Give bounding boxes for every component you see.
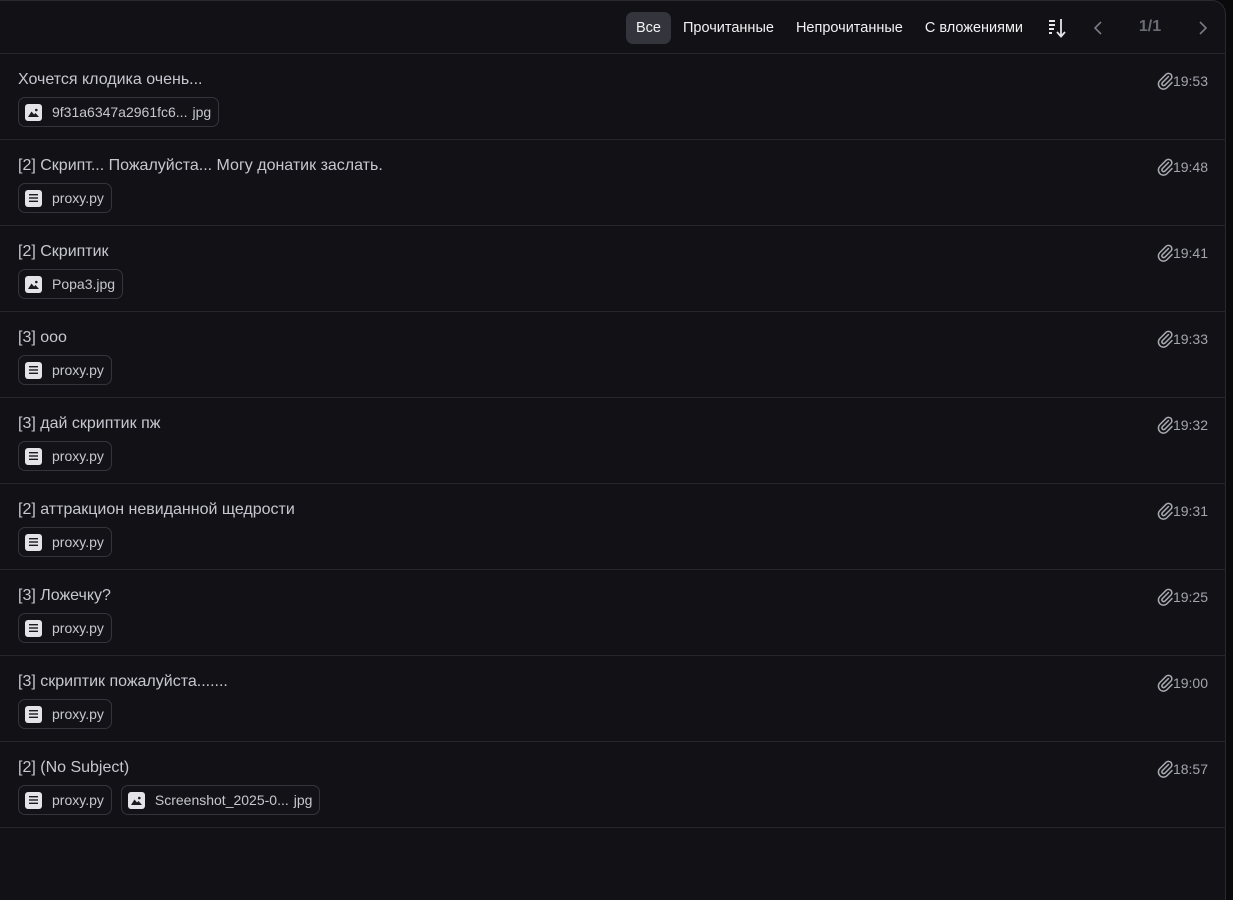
attachment-name: proxy.py	[52, 706, 104, 722]
attachment-name: proxy.py	[52, 792, 104, 808]
text-file-icon	[25, 791, 42, 809]
message-row[interactable]: [3] ооо 19:33 proxy.py	[0, 312, 1226, 398]
message-time: 19:25	[1172, 589, 1208, 605]
message-row[interactable]: [3] скриптик пожалуйста....... 19:00 proxy…	[0, 656, 1226, 742]
text-file-icon	[25, 705, 42, 723]
message-subject: [3] ооо	[18, 329, 67, 346]
attachment-chip[interactable]: proxy.py	[18, 355, 112, 385]
message-time: 18:57	[1172, 761, 1208, 777]
message-subject: [3] скриптик пожалуйста.......	[18, 673, 228, 690]
image-file-icon	[25, 275, 42, 293]
image-file-icon	[127, 791, 145, 809]
attachment-chip[interactable]: proxy.py	[18, 183, 112, 213]
message-time: 19:32	[1172, 417, 1208, 433]
attachment-list: proxy.py Screenshot_2025-0... jpg	[18, 785, 321, 815]
attachment-list: proxy.py	[18, 441, 112, 471]
text-file-icon	[25, 361, 42, 379]
message-subject: [2] (No Subject)	[18, 759, 130, 776]
filter-unread[interactable]: Непрочитанные	[786, 12, 913, 44]
page-indicator: 1/1	[1138, 18, 1162, 35]
message-time: 19:48	[1172, 159, 1208, 175]
prev-page-button[interactable]	[1090, 18, 1108, 38]
attachment-list: proxy.py	[18, 183, 112, 213]
message-row[interactable]: [2] аттракцион невиданной щедрости 19:31 p…	[0, 484, 1226, 570]
attachment-list: proxy.py	[18, 699, 112, 729]
mail-panel: Все Прочитанные Непрочитанные С вложения…	[0, 0, 1226, 900]
attachment-chip[interactable]: Screenshot_2025-0... jpg	[120, 785, 321, 815]
message-subject: [2] Скрипт... Пожалуйста... Могу донатик…	[18, 157, 383, 174]
message-subject: [2] Скриптик	[18, 243, 109, 260]
message-row[interactable]: [3] дай скриптик пж 19:32 proxy.py	[0, 398, 1226, 484]
attachment-list: proxy.py	[18, 613, 112, 643]
attachment-chip[interactable]: proxy.py	[18, 613, 112, 643]
text-file-icon	[25, 619, 42, 637]
message-subject: [3] дай скриптик пж	[18, 415, 161, 432]
attachment-name: Popa3.jpg	[52, 276, 116, 292]
attachment-chip[interactable]: proxy.py	[18, 527, 112, 557]
attachment-name: proxy.py	[52, 534, 104, 550]
attachment-name: proxy.py	[52, 620, 104, 636]
message-row[interactable]: [2] (No Subject) 18:57 proxy.py Screenshot_…	[0, 742, 1226, 828]
attachment-list: proxy.py	[18, 355, 112, 385]
message-row[interactable]: Хочется клодика очень... 19:53 9f31a6347a2…	[0, 54, 1226, 140]
attachment-list: Popa3.jpg	[18, 269, 124, 299]
attachment-name: proxy.py	[52, 362, 104, 378]
text-file-icon	[25, 447, 42, 465]
filter-read[interactable]: Прочитанные	[673, 12, 784, 44]
message-time: 19:53	[1172, 73, 1208, 89]
attachment-extension: jpg	[192, 104, 212, 120]
image-file-icon	[25, 103, 42, 121]
chevron-left-icon	[1093, 21, 1102, 35]
toolbar: Все Прочитанные Непрочитанные С вложения…	[0, 1, 1226, 54]
message-row[interactable]: [2] Скрипт... Пожалуйста... Могу донатик…	[0, 140, 1226, 226]
filter-all[interactable]: Все	[626, 12, 671, 44]
message-row[interactable]: [2] Скриптик 19:41 Popa3.jpg	[0, 226, 1226, 312]
message-time: 19:00	[1172, 675, 1208, 691]
message-subject: Хочется клодика очень...	[18, 71, 203, 88]
attachment-name: Screenshot_2025-0...	[154, 792, 289, 808]
attachment-chip[interactable]: proxy.py	[18, 441, 112, 471]
attachment-chip[interactable]: proxy.py	[18, 785, 112, 815]
attachment-chip[interactable]: 9f31a6347a2961fc6... jpg	[18, 97, 220, 127]
attachment-extension: jpg	[293, 792, 313, 808]
attachment-chip[interactable]: proxy.py	[18, 699, 112, 729]
message-time: 19:33	[1172, 331, 1208, 347]
attachment-list: 9f31a6347a2961fc6... jpg	[18, 97, 220, 127]
attachment-chip[interactable]: Popa3.jpg	[18, 269, 124, 299]
attachment-name: proxy.py	[52, 448, 104, 464]
text-file-icon	[25, 189, 42, 207]
message-time: 19:41	[1172, 245, 1208, 261]
chevron-right-icon	[1199, 21, 1208, 35]
message-time: 19:31	[1172, 503, 1208, 519]
filter-tabs: Все Прочитанные Непрочитанные С вложения…	[626, 12, 1033, 44]
message-row[interactable]: [3] Ложечку? 19:25 proxy.py	[0, 570, 1226, 656]
message-list: Хочется клодика очень... 19:53 9f31a6347a2…	[0, 54, 1226, 828]
filter-with-attachments[interactable]: С вложениями	[915, 12, 1033, 44]
attachment-list: proxy.py	[18, 527, 112, 557]
sort-descending-icon[interactable]	[1046, 15, 1070, 41]
text-file-icon	[25, 533, 42, 551]
message-subject: [2] аттракцион невиданной щедрости	[18, 501, 295, 518]
next-page-button[interactable]	[1193, 18, 1211, 38]
attachment-name: proxy.py	[52, 190, 104, 206]
message-subject: [3] Ложечку?	[18, 587, 111, 604]
attachment-name: 9f31a6347a2961fc6...	[52, 104, 188, 120]
